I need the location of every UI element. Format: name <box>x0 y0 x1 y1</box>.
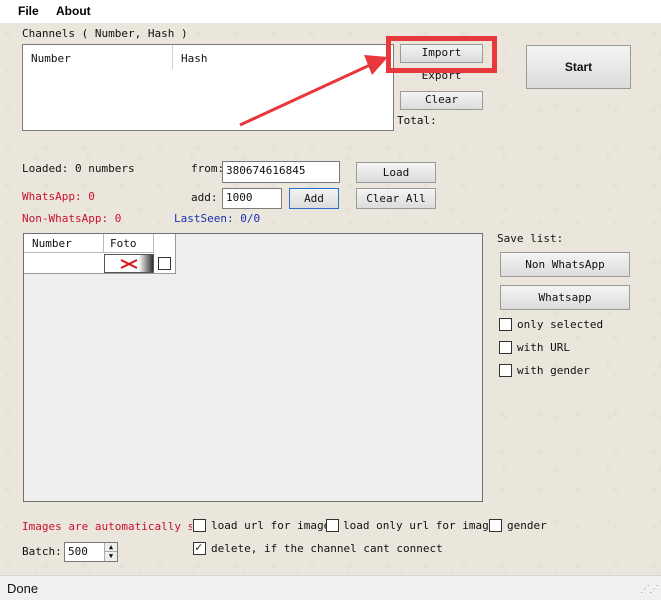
row-select-checkbox[interactable] <box>158 257 171 270</box>
spin-down-icon[interactable]: ▼ <box>104 552 117 561</box>
broken-image-x-icon <box>120 259 138 269</box>
with-url-checkbox[interactable] <box>499 341 512 354</box>
channels-header-number-cell: Number <box>23 45 173 69</box>
load-button[interactable]: Load <box>356 162 436 183</box>
import-highlight-box <box>386 36 497 73</box>
clear-channels-button[interactable]: Clear <box>400 91 483 110</box>
from-number-field[interactable]: 380674616845 <box>222 161 340 183</box>
add-label: add: <box>191 191 218 204</box>
clear-all-button[interactable]: Clear All <box>356 188 436 209</box>
gender-label: gender <box>507 519 547 532</box>
load-only-url-images-label: load only url for images <box>343 519 502 532</box>
with-gender-label: with gender <box>517 364 590 377</box>
grid-col-number[interactable]: Number <box>32 237 72 250</box>
loaded-count-text: Loaded: 0 numbers <box>22 162 135 175</box>
spin-up-icon[interactable]: ▲ <box>104 543 117 552</box>
images-saved-text: Images are automatically save <box>22 520 192 533</box>
menu-file[interactable]: File <box>18 4 39 18</box>
resize-grip-icon[interactable]: ⋰⋰ <box>640 584 659 595</box>
status-text: Done <box>7 581 39 596</box>
channels-group-label: Channels ( Number, Hash ) <box>22 27 188 40</box>
channels-col-hash[interactable]: Hash <box>181 52 208 65</box>
save-list-label: Save list: <box>497 232 564 245</box>
menu-about[interactable]: About <box>56 4 91 18</box>
batch-value: 500 <box>68 545 88 558</box>
batch-spinner[interactable]: 500 ▲ ▼ <box>64 542 118 562</box>
load-url-images-checkbox[interactable] <box>193 519 206 532</box>
non-whatsapp-count-text: Non-WhatsApp: 0 <box>22 212 122 225</box>
with-gender-checkbox[interactable] <box>499 364 512 377</box>
annotation-arrow <box>239 55 388 127</box>
grid-table: Number Foto <box>24 234 176 274</box>
results-grid[interactable]: Number Foto <box>23 233 483 502</box>
batch-label: Batch: <box>22 545 62 558</box>
delete-channel-label: delete, if the channel cant connect <box>211 542 443 555</box>
start-button[interactable]: Start <box>526 45 631 89</box>
load-url-images-label: load url for images <box>211 519 337 532</box>
from-label: from: <box>191 162 225 175</box>
grid-header-foto-cell: Foto <box>104 234 154 253</box>
load-only-url-images-checkbox[interactable] <box>326 519 339 532</box>
whatsapp-count-text: WhatsApp: 0 <box>22 190 95 203</box>
grid-col-foto[interactable]: Foto <box>110 237 137 250</box>
grid-header-number-cell: Number <box>24 234 104 253</box>
only-selected-checkbox[interactable] <box>499 318 512 331</box>
add-count-field[interactable]: 1000 <box>222 188 282 209</box>
lastseen-text: LastSeen: 0/0 <box>174 212 261 225</box>
save-whatsapp-button[interactable]: Whatsapp <box>500 285 630 310</box>
foto-cell[interactable] <box>104 254 154 273</box>
gender-checkbox[interactable] <box>489 519 502 532</box>
status-bar: Done ⋰⋰ <box>0 575 661 600</box>
channels-col-number[interactable]: Number <box>31 52 71 65</box>
menu-bar: File About <box>0 0 661 24</box>
add-button[interactable]: Add <box>289 188 339 209</box>
only-selected-label: only selected <box>517 318 604 331</box>
with-url-label: with URL <box>517 341 570 354</box>
total-label: Total: <box>397 114 437 127</box>
delete-channel-checkbox[interactable] <box>193 540 206 555</box>
save-non-whatsapp-button[interactable]: Non WhatsApp <box>500 252 630 277</box>
